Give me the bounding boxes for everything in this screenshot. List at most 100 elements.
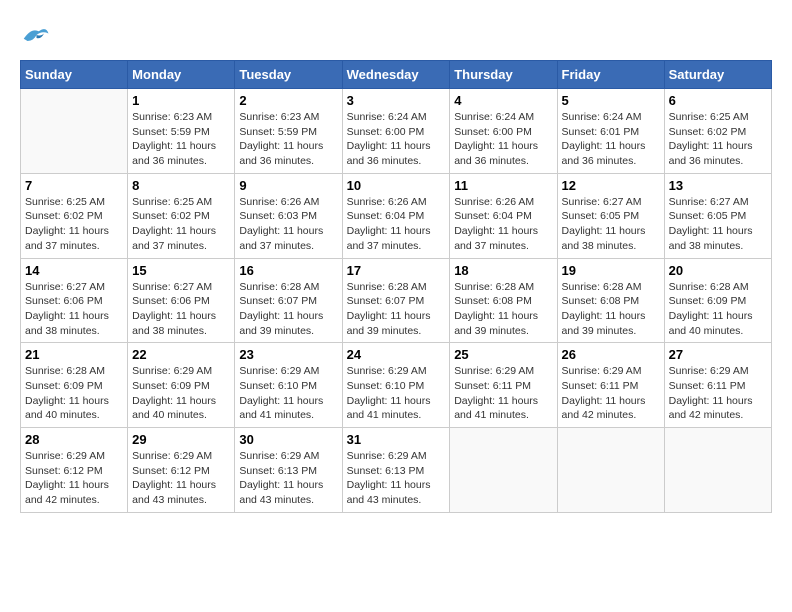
calendar-cell: 1 Sunrise: 6:23 AMSunset: 5:59 PMDaylight… — [128, 89, 235, 174]
calendar-cell: 25 Sunrise: 6:29 AMSunset: 6:11 PMDayligh… — [450, 343, 557, 428]
day-number: 1 — [132, 93, 230, 108]
calendar-cell — [21, 89, 128, 174]
day-number: 7 — [25, 178, 123, 193]
calendar-cell: 11 Sunrise: 6:26 AMSunset: 6:04 PMDayligh… — [450, 173, 557, 258]
day-info: Sunrise: 6:26 AMSunset: 6:03 PMDaylight:… — [239, 195, 337, 254]
weekday-header-monday: Monday — [128, 61, 235, 89]
calendar-cell: 9 Sunrise: 6:26 AMSunset: 6:03 PMDaylight… — [235, 173, 342, 258]
calendar-week-row: 14 Sunrise: 6:27 AMSunset: 6:06 PMDayligh… — [21, 258, 772, 343]
calendar-cell: 24Sunrise: 6:29 AMSunset: 6:10 PMDayligh… — [342, 343, 450, 428]
day-info: Sunrise: 6:28 AMSunset: 6:09 PMDaylight:… — [669, 280, 767, 339]
day-number: 17 — [347, 263, 446, 278]
day-number: 4 — [454, 93, 552, 108]
calendar-cell: 8 Sunrise: 6:25 AMSunset: 6:02 PMDaylight… — [128, 173, 235, 258]
day-info: Sunrise: 6:27 AMSunset: 6:05 PMDaylight:… — [562, 195, 660, 254]
day-number: 10 — [347, 178, 446, 193]
calendar-cell: 12 Sunrise: 6:27 AMSunset: 6:05 PMDayligh… — [557, 173, 664, 258]
calendar-cell: 7 Sunrise: 6:25 AMSunset: 6:02 PMDaylight… — [21, 173, 128, 258]
day-info: Sunrise: 6:28 AMSunset: 6:08 PMDaylight:… — [454, 280, 552, 339]
weekday-header-sunday: Sunday — [21, 61, 128, 89]
day-number: 11 — [454, 178, 552, 193]
day-info: Sunrise: 6:29 AMSunset: 6:12 PMDaylight:… — [25, 449, 123, 508]
day-number: 19 — [562, 263, 660, 278]
day-info: Sunrise: 6:23 AMSunset: 5:59 PMDaylight:… — [132, 110, 230, 169]
logo — [20, 20, 54, 50]
day-info: Sunrise: 6:28 AMSunset: 6:09 PMDaylight:… — [25, 364, 123, 423]
day-number: 27 — [669, 347, 767, 362]
day-number: 26 — [562, 347, 660, 362]
day-number: 25 — [454, 347, 552, 362]
calendar-cell: 14Sunrise: 6:27 AMSunset: 6:06 PMDayligh… — [21, 258, 128, 343]
calendar-cell: 19 Sunrise: 6:28 AMSunset: 6:08 PMDayligh… — [557, 258, 664, 343]
calendar-cell: 30Sunrise: 6:29 AMSunset: 6:13 PMDayligh… — [235, 428, 342, 513]
calendar-cell: 23 Sunrise: 6:29 AMSunset: 6:10 PMDayligh… — [235, 343, 342, 428]
day-info: Sunrise: 6:28 AMSunset: 6:07 PMDaylight:… — [347, 280, 446, 339]
day-number: 23 — [239, 347, 337, 362]
logo-icon — [20, 20, 50, 50]
day-number: 21 — [25, 347, 123, 362]
day-info: Sunrise: 6:28 AMSunset: 6:08 PMDaylight:… — [562, 280, 660, 339]
day-number: 15 — [132, 263, 230, 278]
day-number: 16 — [239, 263, 337, 278]
day-info: Sunrise: 6:29 AMSunset: 6:10 PMDaylight:… — [347, 364, 446, 423]
day-info: Sunrise: 6:23 AMSunset: 5:59 PMDaylight:… — [239, 110, 337, 169]
day-number: 5 — [562, 93, 660, 108]
day-info: Sunrise: 6:29 AMSunset: 6:11 PMDaylight:… — [562, 364, 660, 423]
calendar-cell — [557, 428, 664, 513]
calendar-cell: 16 Sunrise: 6:28 AMSunset: 6:07 PMDayligh… — [235, 258, 342, 343]
day-number: 28 — [25, 432, 123, 447]
day-number: 12 — [562, 178, 660, 193]
day-number: 30 — [239, 432, 337, 447]
calendar-table: SundayMondayTuesdayWednesdayThursdayFrid… — [20, 60, 772, 513]
day-info: Sunrise: 6:24 AMSunset: 6:01 PMDaylight:… — [562, 110, 660, 169]
day-info: Sunrise: 6:27 AMSunset: 6:06 PMDaylight:… — [132, 280, 230, 339]
day-number: 8 — [132, 178, 230, 193]
calendar-cell: 31Sunrise: 6:29 AMSunset: 6:13 PMDayligh… — [342, 428, 450, 513]
calendar-week-row: 1 Sunrise: 6:23 AMSunset: 5:59 PMDaylight… — [21, 89, 772, 174]
weekday-header-thursday: Thursday — [450, 61, 557, 89]
calendar-cell: 27 Sunrise: 6:29 AMSunset: 6:11 PMDayligh… — [664, 343, 771, 428]
day-info: Sunrise: 6:28 AMSunset: 6:07 PMDaylight:… — [239, 280, 337, 339]
calendar-cell: 21 Sunrise: 6:28 AMSunset: 6:09 PMDayligh… — [21, 343, 128, 428]
calendar-cell — [450, 428, 557, 513]
day-number: 9 — [239, 178, 337, 193]
day-info: Sunrise: 6:29 AMSunset: 6:11 PMDaylight:… — [669, 364, 767, 423]
calendar-cell: 28 Sunrise: 6:29 AMSunset: 6:12 PMDayligh… — [21, 428, 128, 513]
day-number: 2 — [239, 93, 337, 108]
weekday-header-friday: Friday — [557, 61, 664, 89]
calendar-cell: 4 Sunrise: 6:24 AMSunset: 6:00 PMDaylight… — [450, 89, 557, 174]
calendar-cell: 5 Sunrise: 6:24 AMSunset: 6:01 PMDaylight… — [557, 89, 664, 174]
day-info: Sunrise: 6:26 AMSunset: 6:04 PMDaylight:… — [347, 195, 446, 254]
calendar-cell: 17 Sunrise: 6:28 AMSunset: 6:07 PMDayligh… — [342, 258, 450, 343]
day-number: 29 — [132, 432, 230, 447]
day-info: Sunrise: 6:27 AMSunset: 6:05 PMDaylight:… — [669, 195, 767, 254]
day-info: Sunrise: 6:29 AMSunset: 6:13 PMDaylight:… — [347, 449, 446, 508]
calendar-week-row: 7 Sunrise: 6:25 AMSunset: 6:02 PMDaylight… — [21, 173, 772, 258]
day-number: 13 — [669, 178, 767, 193]
day-info: Sunrise: 6:29 AMSunset: 6:10 PMDaylight:… — [239, 364, 337, 423]
day-info: Sunrise: 6:24 AMSunset: 6:00 PMDaylight:… — [347, 110, 446, 169]
weekday-header-wednesday: Wednesday — [342, 61, 450, 89]
calendar-cell: 26 Sunrise: 6:29 AMSunset: 6:11 PMDayligh… — [557, 343, 664, 428]
day-info: Sunrise: 6:25 AMSunset: 6:02 PMDaylight:… — [25, 195, 123, 254]
day-number: 14 — [25, 263, 123, 278]
page-header — [20, 20, 772, 50]
day-info: Sunrise: 6:25 AMSunset: 6:02 PMDaylight:… — [132, 195, 230, 254]
day-number: 22 — [132, 347, 230, 362]
day-info: Sunrise: 6:24 AMSunset: 6:00 PMDaylight:… — [454, 110, 552, 169]
day-info: Sunrise: 6:29 AMSunset: 6:12 PMDaylight:… — [132, 449, 230, 508]
calendar-cell: 2 Sunrise: 6:23 AMSunset: 5:59 PMDaylight… — [235, 89, 342, 174]
calendar-cell: 20 Sunrise: 6:28 AMSunset: 6:09 PMDayligh… — [664, 258, 771, 343]
calendar-cell: 15 Sunrise: 6:27 AMSunset: 6:06 PMDayligh… — [128, 258, 235, 343]
calendar-cell: 18Sunrise: 6:28 AMSunset: 6:08 PMDayligh… — [450, 258, 557, 343]
calendar-cell: 22Sunrise: 6:29 AMSunset: 6:09 PMDayligh… — [128, 343, 235, 428]
calendar-week-row: 21 Sunrise: 6:28 AMSunset: 6:09 PMDayligh… — [21, 343, 772, 428]
calendar-cell: 29 Sunrise: 6:29 AMSunset: 6:12 PMDayligh… — [128, 428, 235, 513]
day-info: Sunrise: 6:29 AMSunset: 6:11 PMDaylight:… — [454, 364, 552, 423]
day-number: 20 — [669, 263, 767, 278]
calendar-cell: 6Sunrise: 6:25 AMSunset: 6:02 PMDaylight… — [664, 89, 771, 174]
day-info: Sunrise: 6:26 AMSunset: 6:04 PMDaylight:… — [454, 195, 552, 254]
calendar-header-row: SundayMondayTuesdayWednesdayThursdayFrid… — [21, 61, 772, 89]
calendar-cell: 3Sunrise: 6:24 AMSunset: 6:00 PMDaylight… — [342, 89, 450, 174]
calendar-week-row: 28 Sunrise: 6:29 AMSunset: 6:12 PMDayligh… — [21, 428, 772, 513]
